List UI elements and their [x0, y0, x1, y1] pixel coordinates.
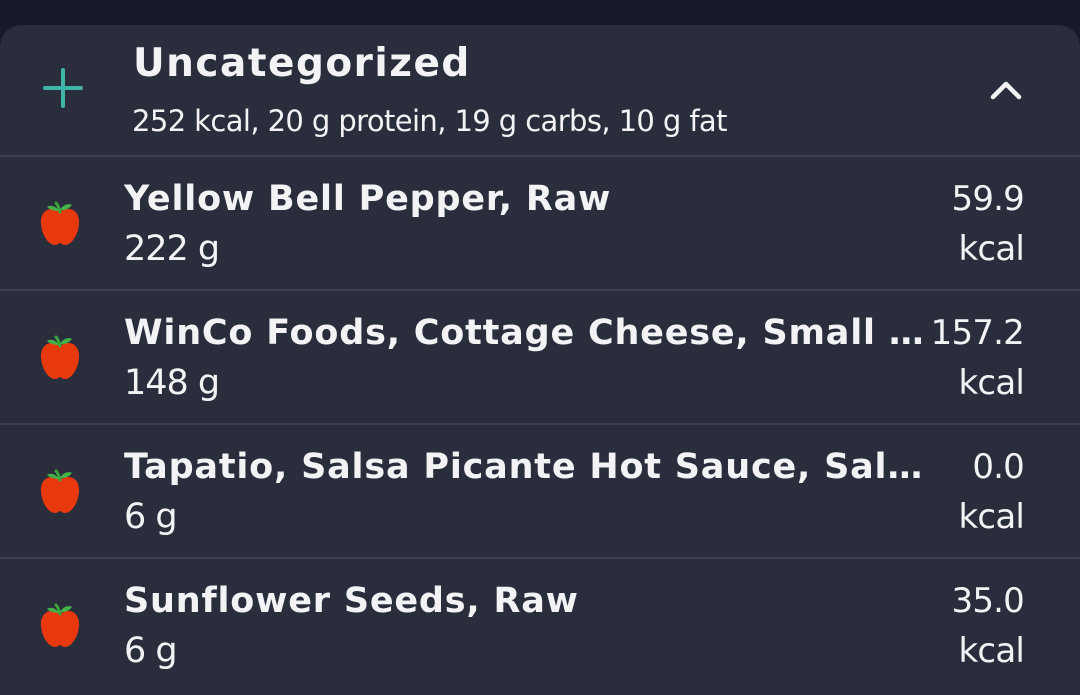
food-kcal-value: 35.0 — [951, 581, 1024, 621]
food-kcal-value: 0.0 — [972, 447, 1024, 487]
food-name: Sunflower Seeds, Raw — [124, 581, 579, 621]
food-name: Yellow Bell Pepper, Raw — [124, 179, 612, 219]
food-list: Yellow Bell Pepper, Raw 222 g 59.9 kcal … — [0, 157, 1080, 693]
food-kcal-unit: kcal — [958, 631, 1025, 671]
food-name: Tapatio, Salsa Picante Hot Sauce, Salsa … — [124, 447, 934, 487]
food-amount: 6 g — [124, 631, 178, 671]
food-name: WinCo Foods, Cottage Cheese, Small Curd — [124, 313, 934, 353]
apple-icon — [38, 467, 82, 515]
food-kcal-value: 157.2 — [930, 313, 1025, 353]
collapse-button[interactable] — [984, 73, 1028, 107]
food-kcal-value: 59.9 — [951, 179, 1024, 219]
apple-icon — [38, 199, 82, 247]
food-item[interactable]: Tapatio, Salsa Picante Hot Sauce, Salsa … — [0, 425, 1080, 559]
meal-header[interactable]: Uncategorized 252 kcal, 20 g protein, 19… — [0, 25, 1080, 157]
meal-summary: 252 kcal, 20 g protein, 19 g carbs, 10 g… — [132, 104, 727, 138]
food-kcal-unit: kcal — [958, 363, 1025, 403]
food-item[interactable]: Yellow Bell Pepper, Raw 222 g 59.9 kcal — [0, 157, 1080, 291]
apple-icon — [38, 601, 82, 649]
food-amount: 222 g — [124, 229, 220, 269]
add-food-button[interactable] — [40, 65, 86, 111]
plus-icon — [43, 68, 83, 108]
food-item[interactable]: WinCo Foods, Cottage Cheese, Small Curd … — [0, 291, 1080, 425]
food-amount: 148 g — [124, 363, 220, 403]
food-kcal-unit: kcal — [958, 229, 1025, 269]
chevron-up-icon — [990, 81, 1022, 100]
meal-title: Uncategorized — [133, 41, 471, 86]
food-item[interactable]: Sunflower Seeds, Raw 6 g 35.0 kcal — [0, 559, 1080, 693]
food-kcal-unit: kcal — [958, 497, 1025, 537]
meal-card: Uncategorized 252 kcal, 20 g protein, 19… — [0, 25, 1080, 695]
apple-icon — [38, 333, 82, 381]
food-amount: 6 g — [124, 497, 178, 537]
